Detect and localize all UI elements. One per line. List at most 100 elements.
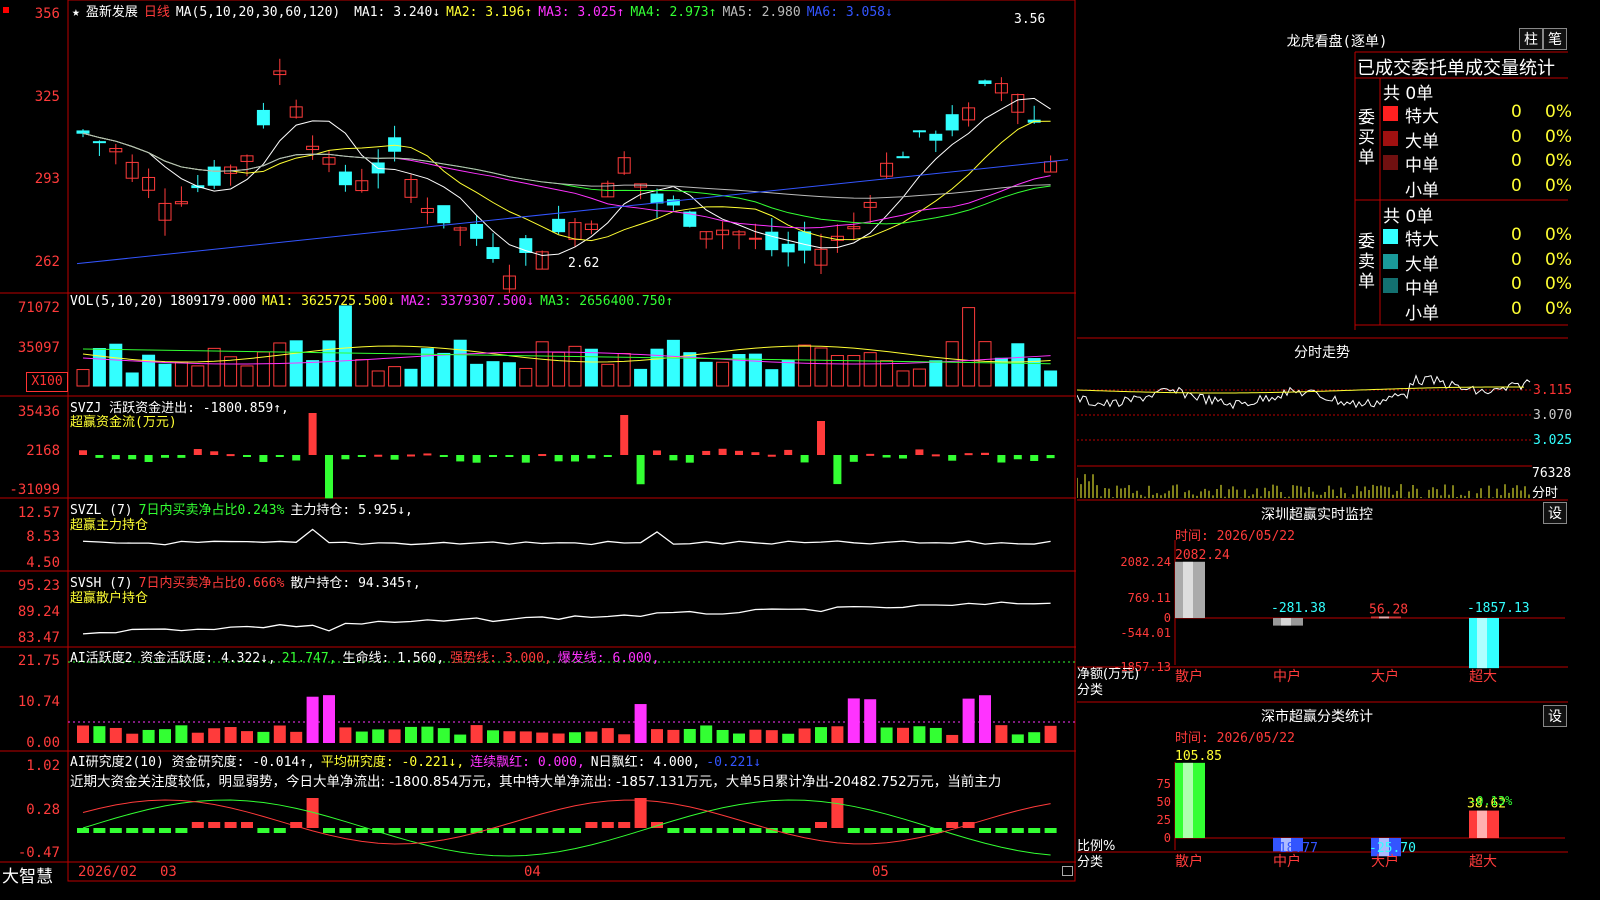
order-size-name: 特大	[1405, 107, 1439, 127]
ai2-title-line: AI活跃度2 资金活跃度: 4.322↓, 21.747, 生命线: 1.560, 强…	[70, 647, 665, 666]
volume-bar	[1044, 370, 1058, 387]
research-bar	[667, 828, 680, 833]
activity-bar	[323, 695, 335, 743]
period-label[interactable]: 日线	[144, 5, 170, 20]
volume-bar	[666, 339, 680, 387]
order-count: 0	[1511, 249, 1522, 270]
vol-unit-box[interactable]: X100	[26, 372, 68, 392]
volume-bar	[699, 361, 713, 387]
ma-line-60	[82, 132, 1051, 199]
ma-line-30	[82, 132, 1051, 225]
sz-class-bar-chart[interactable]: 7550250比例%分类105.85散户-18.77中户-25.70大户38.6…	[1077, 722, 1568, 882]
fund-flow-bar	[981, 452, 989, 455]
fund-flow-bar	[128, 455, 137, 460]
intraday-chart[interactable]	[1077, 360, 1568, 500]
main-chart-area[interactable]: ★ 盈新发展 日线 MA(5,10,20,30,60,120) MA1: 3.240↓…	[0, 0, 1076, 887]
research-bar	[175, 828, 188, 833]
activity-bar	[864, 699, 877, 743]
activity-bar	[946, 734, 959, 743]
volume-bar	[945, 341, 959, 387]
vol-ma2: MA2: 3379307.500↓	[401, 294, 535, 309]
activity-bar	[651, 729, 663, 743]
stroke-view-button[interactable]: 笔	[1543, 28, 1567, 50]
volume-bar	[273, 342, 287, 387]
research-bar	[700, 828, 713, 833]
ar-tick: 0.28	[26, 802, 60, 818]
volume-bar	[519, 367, 533, 387]
research-bar	[716, 828, 729, 833]
volume-bar	[502, 362, 516, 387]
ma-value-3: MA3: 3.025↑	[538, 5, 625, 20]
activity-bar	[1011, 734, 1024, 743]
research-bar	[601, 822, 614, 828]
x-tick: 04	[524, 864, 541, 880]
fund-flow-bar	[79, 450, 87, 455]
ar-nday: N日飘红: 4.000,	[590, 755, 701, 770]
fund-flow-bar	[603, 455, 612, 457]
y-tick-label: 75	[1157, 777, 1171, 791]
menu-icon[interactable]	[3, 7, 9, 13]
unit-label: 净额(万元)	[1077, 667, 1139, 682]
order-count: 0	[1511, 298, 1522, 319]
volume-bar	[978, 341, 992, 387]
svsh-tick: 83.47	[17, 630, 60, 646]
fund-flow-bar	[374, 454, 383, 457]
bar-value-label: -281.38	[1271, 601, 1326, 616]
volume-bar	[76, 369, 90, 387]
intraday-tick: 3.115	[1533, 383, 1573, 398]
fund-flow-bar	[964, 453, 973, 456]
activity-bar	[159, 729, 171, 743]
research-bar	[683, 828, 696, 833]
activity-bar	[913, 726, 926, 743]
activity-bar	[815, 727, 827, 743]
research-bar	[159, 828, 171, 833]
fund-flow-bar	[177, 455, 186, 458]
fund-flow-bar	[407, 454, 415, 457]
order-pct: 0%	[1545, 225, 1572, 245]
svsh-tick: 95.23	[17, 578, 60, 594]
dragon-header: 已成交委托单成交量统计	[1357, 58, 1555, 79]
activity-bar	[880, 727, 893, 743]
volume-bar	[453, 339, 467, 387]
vol-ma1-line	[82, 345, 1051, 363]
fund-flow-bar	[571, 455, 579, 462]
volume-bar	[437, 352, 451, 387]
svsh-hold: 散户持仓: 94.345↑,	[290, 576, 421, 591]
activity-bar	[1028, 732, 1041, 743]
research-bar	[618, 822, 631, 828]
vol-title-line: VOL(5,10,20) 1809179.000 MA1: 3625725.500↓…	[70, 294, 679, 309]
ai2-v2: 21.747,	[281, 651, 337, 666]
ai2-burst: 爆发线: 6.000,	[557, 651, 660, 666]
volume-chart[interactable]	[68, 294, 1076, 396]
order-count: 0	[1511, 225, 1522, 245]
activity-bar	[831, 726, 844, 743]
candle-body	[650, 193, 664, 204]
activity-bar	[470, 725, 483, 743]
lock-icon[interactable]	[1062, 866, 1073, 876]
x-tick: 03	[160, 864, 177, 880]
high-marker-text: 3.56	[1014, 12, 1046, 27]
research-bar	[733, 828, 745, 833]
fund-flow-bar	[735, 450, 743, 455]
fund-flow-bar	[423, 453, 432, 456]
candlestick-chart[interactable]	[68, 1, 1076, 293]
fund-flow-bar	[144, 455, 153, 462]
candle-body	[470, 223, 484, 239]
bar-view-button[interactable]: 柱	[1519, 28, 1543, 50]
research-bar	[880, 828, 893, 833]
volume-bar	[486, 361, 500, 387]
y-tick-label: -544.01	[1120, 626, 1171, 640]
buy-total: 共 0单	[1383, 84, 1434, 104]
research-bar	[831, 798, 844, 828]
sz-monitor-bar-chart[interactable]: 2082.24 769.11 0-544.01 -1857.13 净额(万元)分类 208…	[1077, 520, 1568, 700]
research-bar	[569, 828, 581, 833]
candle-body	[781, 243, 795, 253]
ma-value-4: MA4: 2.973↑	[630, 5, 717, 20]
low-marker: 2.62	[568, 256, 599, 271]
fund-flow-bar	[243, 455, 251, 457]
activity-bar	[601, 728, 614, 743]
svzj-tick: 35436	[17, 404, 60, 420]
y-tick-label: 25	[1157, 813, 1171, 827]
order-size-swatch	[1383, 179, 1398, 195]
ma-params: MA(5,10,20,30,60,120)	[175, 5, 341, 20]
